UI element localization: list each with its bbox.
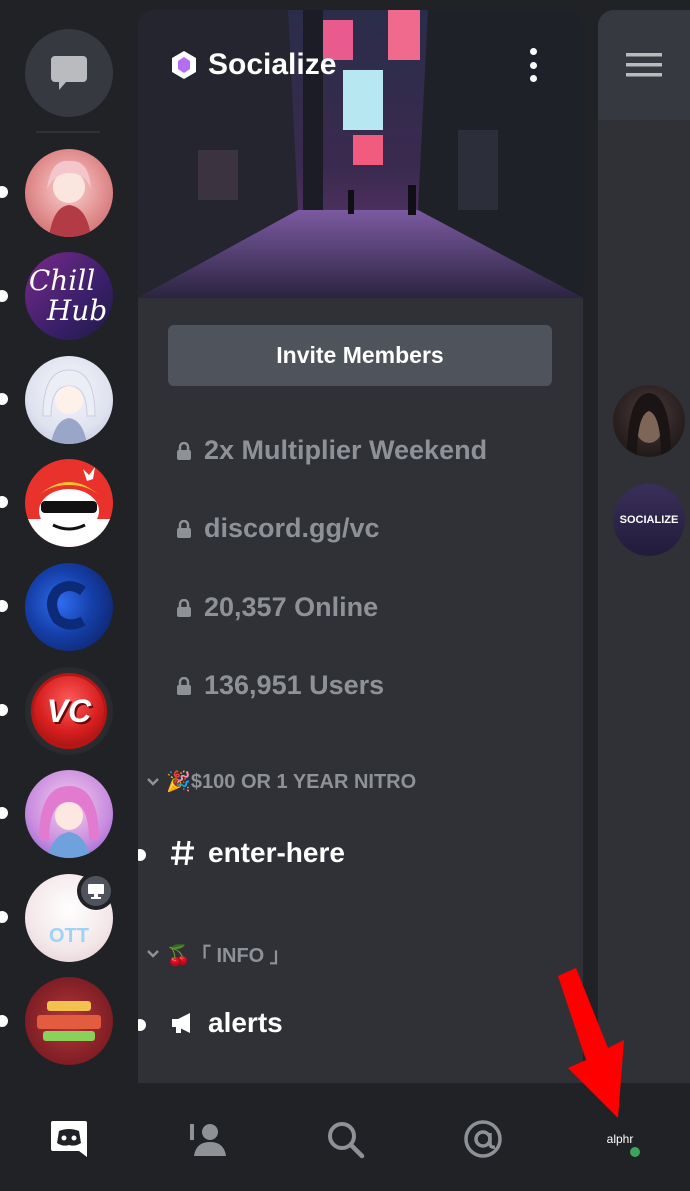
hamburger-menu-icon[interactable] [626,53,662,77]
anime-avatar-icon [42,369,96,444]
locked-channel[interactable]: 20,357 Online [176,592,378,623]
server-icon-anime-purple[interactable] [25,770,113,858]
letter-c-icon [47,581,86,630]
server-icon-chill-hub[interactable]: Chill Hub [25,252,113,340]
category-header[interactable]: 🎉$100 OR 1 YEAR NITRO [146,769,416,794]
unread-indicator [0,186,8,198]
more-dot [529,75,537,82]
channel-name: 2x Multiplier Weekend [204,435,488,465]
search-icon [328,1122,365,1159]
invite-members-button[interactable]: Invite Members [168,325,552,386]
unread-indicator [0,1015,8,1027]
discord-logo-icon [51,1121,87,1157]
profile-avatar-label: alphr [606,1132,634,1146]
lock-icon [177,441,191,460]
reddit-alien-icon [25,467,113,547]
tab-profile[interactable]: alphr [592,1111,648,1167]
server-label: VC [46,692,92,729]
locked-channel[interactable]: 136,951 Users [176,670,384,701]
member-photo-icon [627,393,671,457]
server-logo-icon [37,1001,101,1041]
unread-indicator [0,807,8,819]
more-dot [529,48,537,55]
channel-name: enter-here [208,837,345,868]
unread-indicator [0,290,8,302]
online-status-dot [627,1144,643,1160]
chevron-down-icon [147,777,159,786]
unread-indicator [138,849,146,861]
server-banner: Socialize [138,10,583,298]
server-label: OTT [49,925,89,947]
server-icon-red-logo[interactable] [25,977,113,1065]
at-sign-icon [464,1120,502,1158]
channel-name: 20,357 Online [204,592,379,622]
channel-panel: Socialize Invite Members 2x Multiplier W… [138,10,583,1083]
members-header [598,10,690,120]
unread-indicator [0,704,8,716]
megaphone-icon [172,1013,190,1033]
channel-item[interactable]: enter-here [170,837,345,869]
red-arrow-annotation [558,968,624,1118]
member-avatar[interactable]: SOCIALIZE [613,484,685,556]
lock-icon [177,676,191,695]
channel-name: discord.gg/vc [204,513,380,543]
lock-icon [177,598,191,617]
lock-icon [177,519,191,538]
friends-icon [190,1124,226,1156]
server-name: Socialize [208,48,337,81]
locked-channel[interactable]: 2x Multiplier Weekend [176,435,487,466]
category-header[interactable]: 🍒「 INFO 」 [146,939,290,968]
chevron-down-icon [147,949,159,958]
channel-name: 136,951 Users [204,670,385,700]
category-label: 🎉$100 OR 1 YEAR NITRO [166,771,417,793]
hash-icon [171,840,194,866]
tab-search[interactable] [317,1111,373,1167]
tab-friends[interactable] [180,1111,236,1167]
server-title[interactable]: Socialize [168,48,336,82]
rail-separator [36,131,100,133]
unread-indicator [0,600,8,612]
tab-mentions[interactable] [455,1111,511,1167]
more-options-button[interactable] [523,48,543,82]
partner-badge-icon [172,51,196,79]
server-icon-reddit-sunglasses[interactable] [25,459,113,547]
server-icon-vc[interactable]: VC [25,667,113,755]
more-dot [529,61,537,69]
category-label: 🍒「 INFO 」 [166,945,290,967]
unread-indicator [0,911,8,923]
anime-avatar-icon [47,160,91,237]
anime-avatar-icon [39,786,99,858]
server-label-line2: Hub [46,294,108,327]
unread-indicator [0,496,8,508]
screen-share-badge [77,872,115,910]
unread-indicator [138,1019,146,1031]
chat-bubble-icon [51,56,87,90]
server-label-line1: Chill [28,264,96,297]
server-icon-blue-c[interactable] [25,563,113,651]
server-icon-anime-white[interactable] [25,356,113,444]
tab-home[interactable] [41,1111,97,1167]
locked-channel[interactable]: discord.gg/vc [176,513,380,544]
member-label: SOCIALIZE [619,514,679,526]
monitor-icon [88,884,104,899]
channel-item[interactable]: alerts [170,1007,283,1039]
member-avatar[interactable] [613,385,685,457]
unread-indicator [0,393,8,405]
server-rail: Chill Hub VC OTT [0,0,138,1083]
channel-name: alerts [208,1007,283,1038]
direct-messages-button[interactable] [25,29,113,117]
server-icon-anime-pink[interactable] [25,149,113,237]
